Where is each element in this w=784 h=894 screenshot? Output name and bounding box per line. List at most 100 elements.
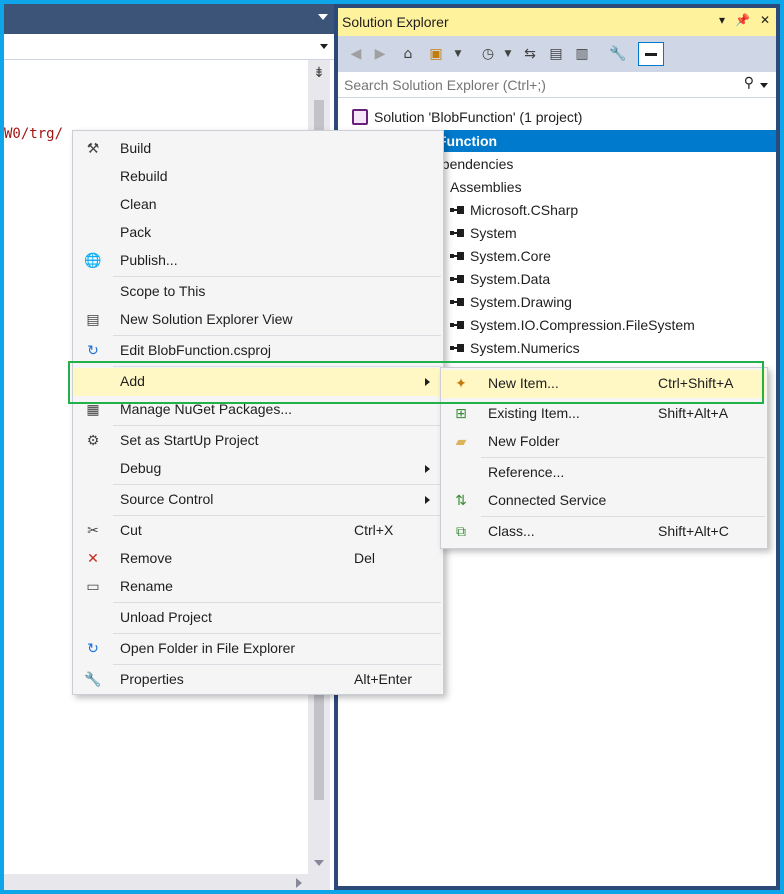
tree-item-reference[interactable]: System.Data (448, 268, 550, 290)
nuget-icon: ▦ (86, 402, 100, 418)
reference-icon (448, 271, 464, 287)
code-line: W0/trg/ (4, 126, 64, 142)
menu-item-cut[interactable]: ✂ Cut Ctrl+X (74, 517, 442, 545)
open-folder-icon: ↻ (87, 641, 99, 657)
menu-item-publish[interactable]: 🌐 Publish... (74, 247, 442, 275)
horizontal-scrollbar[interactable] (4, 874, 308, 890)
menu-item-class[interactable]: ⧉ Class... Shift+Alt+C (442, 518, 766, 546)
search-icon[interactable]: ⚲ (744, 75, 754, 91)
menu-item-new-folder[interactable]: ▰ New Folder (442, 428, 766, 456)
search-input[interactable] (344, 76, 724, 94)
menu-item-open-folder[interactable]: ↻ Open Folder in File Explorer (74, 635, 442, 663)
tree-item-reference[interactable]: Microsoft.CSharp (448, 199, 578, 221)
menu-separator (481, 516, 765, 517)
close-icon[interactable]: ✕ (760, 13, 770, 27)
tree-item-dependencies[interactable]: ependencies (434, 153, 513, 175)
editor-navigation-bar[interactable] (4, 34, 334, 60)
panel-title-bar: Solution Explorer ▾ 📌 ✕ (338, 8, 776, 36)
rename-icon: ▭ (86, 579, 100, 595)
menu-item-rebuild[interactable]: Rebuild (74, 163, 442, 191)
new-folder-icon: ▰ (455, 434, 467, 450)
tree-item-reference[interactable]: System.Core (448, 245, 551, 267)
tree-item-assemblies[interactable]: Assemblies (450, 176, 522, 198)
back-icon[interactable]: ◀ (346, 44, 366, 64)
menu-item-set-startup[interactable]: ⚙ Set as StartUp Project (74, 427, 442, 455)
tree-item-solution[interactable]: Solution 'BlobFunction' (1 project) (352, 106, 582, 128)
reference-icon (448, 202, 464, 218)
menu-item-scope-to-this[interactable]: Scope to This (74, 278, 442, 306)
vs-window: W0/trg/ ⇟ Solution Explorer ▾ 📌 ✕ ◀ ▶ ⌂ … (4, 4, 780, 890)
menu-separator (113, 602, 441, 603)
tree-item-reference[interactable]: System.Numerics (448, 337, 580, 359)
menu-separator (113, 664, 441, 665)
scroll-right-icon[interactable] (296, 878, 302, 888)
menu-item-debug[interactable]: Debug (74, 455, 442, 483)
submenu-arrow-icon (425, 378, 430, 386)
tab-overflow-icon[interactable] (318, 14, 328, 20)
search-box[interactable]: ⚲ (338, 72, 776, 98)
menu-item-add[interactable]: Add (74, 368, 442, 396)
menu-item-edit-csproj[interactable]: ↻ Edit BlobFunction.csproj (74, 337, 442, 365)
collapse-all-icon[interactable]: ▤ (546, 44, 566, 64)
build-icon: ⚒ (86, 141, 100, 157)
gear-icon: ⚙ (86, 433, 100, 449)
wrench-icon: 🔧 (84, 672, 102, 688)
reference-icon (448, 225, 464, 241)
menu-separator (113, 633, 441, 634)
submenu-arrow-icon (425, 465, 430, 473)
menu-item-existing-item[interactable]: ⊞ Existing Item... Shift+Alt+A (442, 400, 766, 428)
show-all-files-icon[interactable]: ▥ (572, 44, 592, 64)
switch-views-icon[interactable]: ▣ (426, 44, 446, 64)
menu-item-source-control[interactable]: Source Control (74, 486, 442, 514)
tree-item-reference[interactable]: System (448, 222, 517, 244)
menu-item-pack[interactable]: Pack (74, 219, 442, 247)
menu-item-new-item[interactable]: ✦ New Item... Ctrl+Shift+A (442, 370, 766, 398)
menu-item-rename[interactable]: ▭ Rename (74, 573, 442, 601)
pin-icon[interactable]: 📌 (735, 13, 750, 27)
menu-separator (113, 335, 441, 336)
chevron-down-icon[interactable]: ▼ (498, 44, 518, 64)
home-icon[interactable]: ⌂ (398, 44, 418, 64)
menu-item-build[interactable]: ⚒ Build (74, 135, 442, 163)
menu-item-connected-service[interactable]: ⇅ Connected Service (442, 487, 766, 515)
chevron-down-icon[interactable]: ▼ (448, 44, 468, 64)
preview-icon[interactable] (638, 42, 664, 66)
menu-item-properties[interactable]: 🔧 Properties Alt+Enter (74, 666, 442, 694)
scissors-icon: ✂ (87, 523, 99, 539)
solution-icon (352, 109, 368, 125)
pending-changes-icon[interactable]: ◷ (478, 44, 498, 64)
project-context-menu: ⚒ Build Rebuild Clean Pack 🌐 Publish... Sc… (72, 130, 444, 695)
tree-item-reference[interactable]: System.Drawing (448, 291, 572, 313)
menu-item-reference[interactable]: Reference... (442, 459, 766, 487)
edit-refresh-icon: ↻ (87, 343, 99, 359)
menu-item-clean[interactable]: Clean (74, 191, 442, 219)
sync-icon[interactable]: ⇆ (520, 44, 540, 64)
tree-item-reference[interactable]: System.IO.Compression.FileSystem (448, 314, 695, 336)
menu-separator (113, 276, 441, 277)
menu-item-manage-nuget[interactable]: ▦ Manage NuGet Packages... (74, 396, 442, 424)
properties-icon[interactable]: 🔧 (608, 44, 628, 64)
dropdown-icon[interactable]: ▾ (719, 13, 725, 27)
reference-icon (448, 340, 464, 356)
existing-item-icon: ⊞ (455, 406, 467, 422)
splitter-icon[interactable]: ⇟ (310, 64, 328, 82)
remove-x-icon: ✕ (87, 551, 99, 567)
chevron-down-icon[interactable] (320, 44, 328, 49)
scroll-down-icon[interactable] (314, 860, 324, 866)
editor-tab-strip (4, 4, 334, 34)
solution-explorer-toolbar: ◀ ▶ ⌂ ▣ ▼ ◷ ▼ ⇆ ▤ ▥ 🔧 (338, 36, 776, 72)
forward-icon[interactable]: ▶ (370, 44, 390, 64)
reference-icon (448, 248, 464, 264)
add-submenu: ✦ New Item... Ctrl+Shift+A ⊞ Existing Item.… (440, 367, 768, 549)
class-icon: ⧉ (456, 524, 466, 540)
menu-separator (481, 457, 765, 458)
chevron-down-icon[interactable] (760, 83, 768, 88)
menu-separator (113, 515, 441, 516)
new-item-icon: ✦ (455, 376, 467, 392)
menu-item-remove[interactable]: ✕ Remove Del (74, 545, 442, 573)
publish-globe-icon: 🌐 (84, 253, 102, 269)
menu-item-unload-project[interactable]: Unload Project (74, 604, 442, 632)
menu-item-new-solution-explorer-view[interactable]: ▤ New Solution Explorer View (74, 306, 442, 334)
reference-icon (448, 317, 464, 333)
menu-separator (113, 366, 441, 367)
